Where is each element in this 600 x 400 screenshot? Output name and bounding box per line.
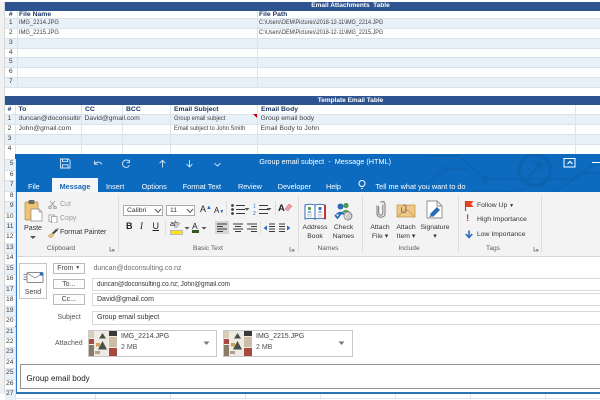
svg-text:1: 1 [253, 204, 256, 210]
svg-text:2: 2 [253, 211, 256, 215]
svg-text:@: @ [346, 213, 353, 220]
